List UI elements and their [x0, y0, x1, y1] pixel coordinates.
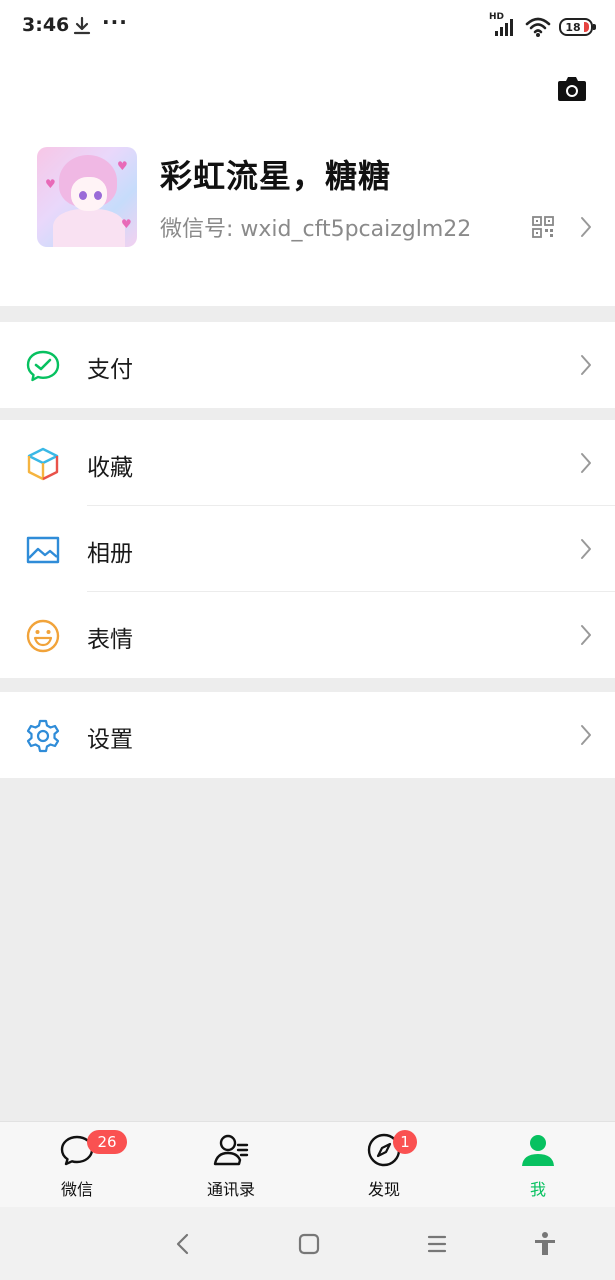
menu-item-stickers[interactable]: 表情	[0, 592, 615, 678]
settings-icon	[26, 719, 60, 753]
home-icon[interactable]	[296, 1231, 322, 1257]
menu-icon[interactable]	[424, 1231, 450, 1257]
stickers-icon	[26, 619, 60, 653]
status-indicators: HD 18	[489, 12, 596, 40]
profile-wechat-id: 微信号: wxid_cft5pcaizglm22	[160, 217, 472, 242]
status-time: 3:46	[22, 14, 70, 36]
unread-badge: 26	[87, 1130, 127, 1154]
chevron-right-icon	[581, 355, 591, 375]
profile-nickname: 彩虹流星，糖糖	[160, 157, 392, 195]
me-icon	[522, 1135, 554, 1166]
tab-contacts[interactable]: 通讯录	[181, 1122, 281, 1208]
chevron-right-icon	[581, 453, 591, 473]
battery-icon: 18	[559, 18, 596, 36]
tab-label-chats: 微信	[60, 1180, 93, 1199]
menu-label-album: 相册	[87, 541, 133, 567]
profile-header[interactable]: ♥ ♥ ♥ 彩虹流星，糖糖 微信号: wxid_cft5pcaizglm22	[0, 56, 615, 306]
tab-label-discover: 发现	[367, 1180, 400, 1199]
tab-me[interactable]: 我	[488, 1122, 588, 1208]
content-group: 收藏 相册 表情	[0, 420, 615, 678]
contacts-icon	[213, 1134, 249, 1166]
back-icon[interactable]	[171, 1231, 197, 1257]
tab-chats[interactable]: 微信 26	[27, 1122, 127, 1208]
pay-icon	[26, 350, 60, 382]
accessibility-icon[interactable]	[532, 1231, 558, 1257]
network-type: HD	[489, 12, 505, 22]
system-nav-bar	[0, 1207, 615, 1280]
chevron-right-icon	[581, 625, 591, 645]
battery-level: 18	[565, 20, 581, 34]
tab-label-contacts: 通讯录	[206, 1180, 255, 1199]
chevron-right-icon	[581, 539, 591, 559]
signal-icon: HD	[489, 12, 517, 38]
settings-group: 设置	[0, 692, 615, 778]
menu-label-pay: 支付	[87, 357, 133, 383]
menu-item-favorites[interactable]: 收藏	[0, 420, 615, 506]
battery-level-fill	[584, 22, 589, 32]
more-notifications-icon: ···	[102, 10, 128, 34]
menu-item-settings[interactable]: 设置	[0, 692, 615, 778]
bottom-tab-bar: 微信 26 通讯录 发现 1 我	[0, 1121, 615, 1208]
menu-item-album[interactable]: 相册	[0, 506, 615, 592]
menu-label-favorites: 收藏	[87, 455, 133, 481]
chevron-right-icon	[581, 725, 591, 745]
tab-label-me: 我	[529, 1180, 546, 1199]
tab-discover[interactable]: 发现 1	[334, 1122, 434, 1208]
unread-badge: 1	[393, 1130, 417, 1154]
status-bar: 3:46 ··· HD 18	[0, 0, 615, 56]
chevron-right-icon	[581, 217, 591, 237]
menu-label-stickers: 表情	[87, 627, 133, 653]
wifi-icon	[525, 17, 551, 37]
menu-item-pay[interactable]: 支付	[0, 322, 615, 408]
menu-label-settings: 设置	[87, 727, 133, 753]
download-icon	[73, 16, 91, 35]
favorites-icon	[27, 447, 59, 481]
qr-code-icon[interactable]	[532, 216, 554, 238]
album-icon	[26, 536, 60, 564]
camera-icon[interactable]	[556, 76, 588, 102]
pay-group: 支付	[0, 322, 615, 408]
avatar[interactable]: ♥ ♥ ♥	[37, 147, 137, 247]
